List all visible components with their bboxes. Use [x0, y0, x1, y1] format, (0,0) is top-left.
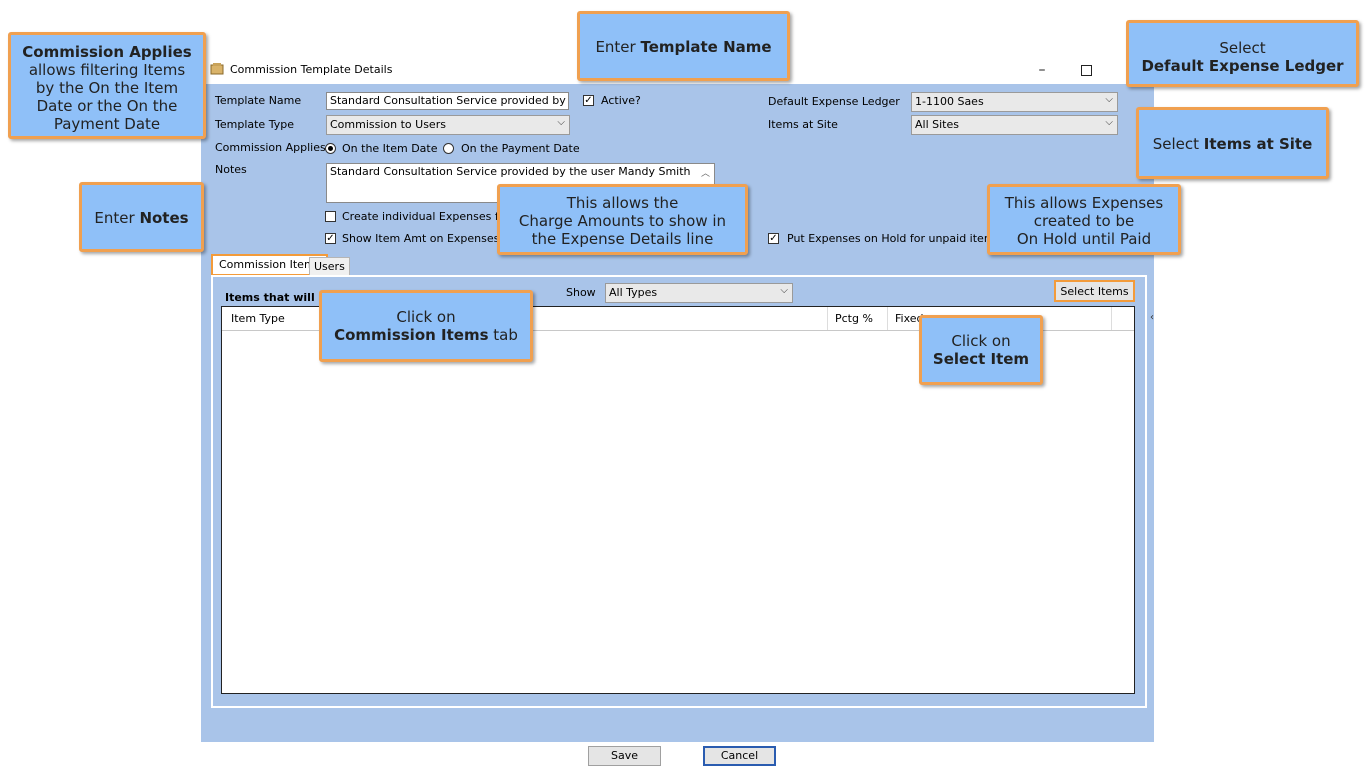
show-item-amt-checkbox[interactable]: ✓ — [325, 233, 336, 244]
callout-items-at-site: Select Items at Site — [1136, 107, 1329, 179]
chevron-down-icon: ⌵ — [1105, 117, 1113, 128]
chevron-down-icon: ⌵ — [780, 285, 788, 296]
default-ledger-value: 1-1100 Saes — [915, 95, 984, 108]
callout-on-hold-line: This allows Expenses — [1004, 194, 1164, 212]
items-at-site-label: Items at Site — [768, 118, 838, 131]
items-at-site-select[interactable]: All Sites ⌵ — [911, 115, 1118, 135]
callout-notes-bold: Notes — [139, 209, 189, 227]
radio-payment-date[interactable] — [443, 143, 454, 154]
default-ledger-select[interactable]: 1-1100 Saes ⌵ — [911, 92, 1118, 112]
callout-on-hold-line: created to be — [1033, 212, 1135, 230]
callout-commission-applies-line: by the On the Item — [35, 79, 179, 97]
app-icon — [210, 63, 224, 75]
callout-select-item-bold: Select Item — [932, 350, 1030, 368]
create-expenses-checkbox[interactable] — [325, 211, 336, 222]
items-at-site-value: All Sites — [915, 118, 959, 131]
template-type-label: Template Type — [215, 118, 294, 131]
callout-items-at-site-text: Select — [1152, 135, 1204, 153]
column-divider — [887, 307, 888, 330]
callout-charge-line: Charge Amounts to show in — [518, 212, 727, 230]
callout-commission-applies-line: Date or the On the — [36, 97, 178, 115]
callout-select-item: Click on Select Item — [919, 315, 1043, 385]
callout-commission-tab: Click on Commission Items tab — [319, 290, 533, 362]
callout-notes-text: Enter — [94, 209, 140, 227]
show-label: Show — [566, 286, 596, 299]
scroll-up-icon[interactable]: ︿ — [701, 166, 710, 179]
callout-template-name-text: Enter — [595, 38, 641, 56]
callout-ledger-text: Select — [1219, 39, 1266, 57]
template-name-label: Template Name — [215, 94, 302, 107]
callout-commission-applies-title: Commission Applies — [22, 43, 192, 61]
chevron-down-icon: ⌵ — [1105, 94, 1113, 105]
radio-payment-date-label: On the Payment Date — [461, 142, 580, 155]
callout-charge-amounts: This allows the Charge Amounts to show i… — [497, 184, 748, 255]
put-on-hold-label: Put Expenses on Hold for unpaid items — [787, 232, 1001, 245]
column-header-item-type[interactable]: Item Type — [231, 312, 285, 325]
callout-items-at-site-bold: Items at Site — [1203, 135, 1313, 153]
panel-heading: Items that will ha — [225, 291, 334, 304]
callout-template-name: Enter Template Name — [577, 11, 790, 81]
column-divider — [827, 307, 828, 330]
active-checkbox[interactable]: ✓ — [583, 95, 594, 106]
callout-on-hold: This allows Expenses created to be On Ho… — [987, 184, 1181, 255]
callout-commission-applies: Commission Applies allows filtering Item… — [8, 32, 206, 139]
callout-template-name-bold: Template Name — [640, 38, 772, 56]
minimize-button[interactable]: – — [1027, 58, 1057, 82]
callout-commission-tab-post: tab — [488, 326, 518, 344]
template-type-select[interactable]: Commission to Users ⌵ — [326, 115, 570, 135]
show-type-value: All Types — [609, 286, 658, 299]
radio-item-date[interactable] — [325, 143, 336, 154]
chevron-left-icon[interactable]: ‹ — [1150, 312, 1154, 323]
callout-commission-applies-line: allows filtering Items — [28, 61, 186, 79]
callout-charge-line: This allows the — [566, 194, 679, 212]
callout-charge-line: the Expense Details line — [531, 230, 714, 248]
notes-label: Notes — [215, 163, 247, 176]
callout-ledger-bold: Default Expense Ledger — [1141, 57, 1344, 75]
column-header-pctg[interactable]: Pctg % — [835, 312, 873, 325]
notes-value: Standard Consultation Service provided b… — [330, 165, 691, 178]
select-items-button[interactable]: Select Items — [1054, 280, 1135, 302]
column-divider — [1111, 307, 1112, 330]
callout-commission-tab-bold: Commission Items — [334, 326, 489, 344]
maximize-button[interactable] — [1071, 58, 1101, 82]
show-type-select[interactable]: All Types ⌵ — [605, 283, 793, 303]
callout-commission-applies-line: Payment Date — [53, 115, 161, 133]
active-label: Active? — [601, 94, 641, 107]
commission-template-window: Commission Template Details – Template N… — [201, 56, 1154, 766]
form-client-area: Template Name Standard Consultation Serv… — [201, 84, 1154, 766]
callout-on-hold-line: On Hold until Paid — [1016, 230, 1152, 248]
chevron-down-icon: ⌵ — [557, 117, 565, 128]
template-type-value: Commission to Users — [330, 118, 446, 131]
default-ledger-label: Default Expense Ledger — [768, 95, 900, 108]
save-button[interactable]: Save — [588, 746, 661, 766]
radio-item-date-label: On the Item Date — [342, 142, 438, 155]
show-item-amt-label: Show Item Amt on Expenses — [342, 232, 500, 245]
put-on-hold-checkbox[interactable]: ✓ — [768, 233, 779, 244]
template-name-input[interactable]: Standard Consultation Service provided b… — [326, 92, 569, 110]
tab-users[interactable]: Users — [309, 257, 350, 276]
commission-applies-label: Commission Applies — [215, 141, 326, 154]
callout-select-item-text: Click on — [951, 332, 1011, 350]
callout-commission-tab-text: Click on — [396, 308, 456, 326]
cancel-button[interactable]: Cancel — [703, 746, 776, 766]
callout-notes: Enter Notes — [79, 182, 204, 252]
window-title: Commission Template Details — [230, 63, 393, 76]
callout-default-ledger: Select Default Expense Ledger — [1126, 20, 1359, 87]
